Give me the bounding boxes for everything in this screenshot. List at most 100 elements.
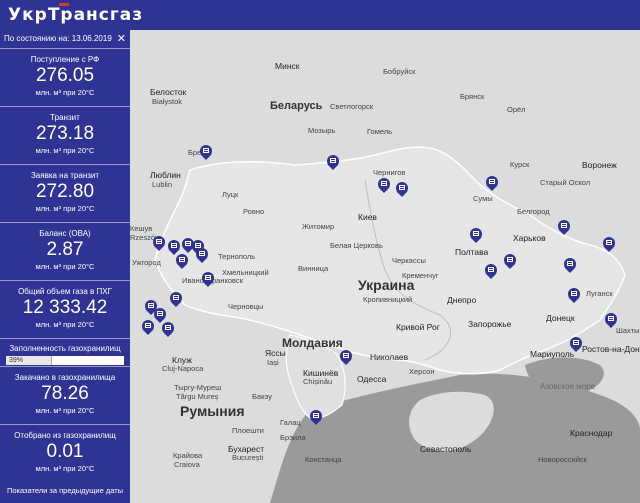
country-romania: Румыния [180, 403, 245, 419]
map-view[interactable]: Беларусь Украина Молдавия Румыния Минск … [130, 30, 640, 503]
stat-block: Поступление с РФ 276.05 млн. м³ при 20°С [0, 48, 130, 106]
stat-value: 12 333.42 [22, 297, 108, 318]
city-label: Запорожье [468, 319, 512, 329]
gas-facility-pin-icon[interactable] [142, 320, 154, 335]
city-label: Târgu Mureș [176, 392, 219, 401]
stat-unit: млн. м³ при 20°С [35, 406, 95, 415]
city-label: Полтава [455, 247, 489, 257]
gas-facility-pin-icon[interactable] [378, 178, 390, 193]
gas-facility-pin-icon[interactable] [196, 248, 208, 263]
gas-facility-pin-icon[interactable] [485, 264, 497, 279]
gas-facility-pin-icon[interactable] [154, 308, 166, 323]
stat-unit: млн. м³ при 20°С [35, 146, 95, 155]
stat-block: Заявка на транзит 272.80 млн. м³ при 20°… [0, 164, 130, 222]
gas-facility-pin-icon[interactable] [486, 176, 498, 191]
stat-block: Баланс (ОВА) 2.87 млн. м³ при 20°С [0, 222, 130, 280]
gas-facility-pin-icon[interactable] [202, 272, 214, 287]
city-label: Бакэу [252, 392, 273, 401]
stat-unit: млн. м³ при 20°С [35, 262, 95, 271]
city-label: Курск [510, 160, 530, 169]
city-label: Craiova [174, 460, 200, 469]
city-label: Херсон [409, 367, 435, 376]
gas-facility-pin-icon[interactable] [568, 288, 580, 303]
gas-facility-pin-icon[interactable] [558, 220, 570, 235]
city-label: Люблин [150, 170, 181, 180]
stat-unit: млн. м³ при 20°С [35, 464, 95, 473]
gas-facility-pin-icon[interactable] [603, 237, 615, 252]
gas-facility-pin-icon[interactable] [570, 337, 582, 352]
gas-facility-pin-icon[interactable] [176, 254, 188, 269]
stat-label: Заявка на транзит [30, 171, 100, 180]
city-label: Сумы [473, 194, 493, 203]
stat-value: 2.87 [46, 239, 84, 260]
city-label: Ровно [243, 207, 265, 216]
stat-block: Закачано в газохранилища 78.26 млн. м³ п… [0, 366, 130, 424]
gas-facility-pin-icon[interactable] [310, 410, 322, 425]
city-label: Тернополь [218, 252, 256, 261]
country-moldova: Молдавия [282, 336, 343, 350]
city-label: Днепро [447, 295, 477, 305]
city-label: Светлогорск [330, 102, 374, 111]
as-of-date: По состоянию на: 13.06.2019 ✕ [0, 30, 130, 48]
city-label: Краснодар [570, 428, 613, 438]
stat-label: Поступление с РФ [30, 55, 100, 64]
gas-facility-pin-icon[interactable] [605, 313, 617, 328]
city-label: Одесса [357, 374, 387, 384]
city-label: Новороссийск [538, 455, 587, 464]
gas-facility-pin-icon[interactable] [340, 350, 352, 365]
city-label: Чернигов [373, 168, 406, 177]
stat-value: 272.80 [35, 181, 95, 202]
fill-label: Заполненность газохранилищ [9, 344, 121, 353]
gas-facility-pin-icon[interactable] [564, 258, 576, 273]
city-label: Винница [298, 264, 329, 273]
stat-value: 0.01 [46, 441, 84, 462]
gas-facility-pin-icon[interactable] [504, 254, 516, 269]
city-label: Мариуполь [530, 349, 575, 359]
city-label: Николаев [370, 352, 409, 362]
city-label: Белгород [517, 207, 550, 216]
city-label: Черкассы [392, 256, 426, 265]
stat-label: Отобрано из газохранилищ [14, 431, 116, 440]
city-label: Донецк [546, 313, 575, 323]
city-label: Кропивницкий [363, 295, 413, 304]
stat-value: 78.26 [41, 383, 89, 404]
city-label: Lublin [152, 180, 173, 189]
gas-facility-pin-icon[interactable] [470, 228, 482, 243]
city-label: Воронеж [582, 160, 617, 170]
city-label: Старый Оскол [540, 178, 591, 187]
gas-facility-pin-icon[interactable] [396, 182, 408, 197]
stat-block: Отобрано из газохранилищ 0.01 млн. м³ пр… [0, 424, 130, 482]
gas-facility-pin-icon[interactable] [168, 240, 180, 255]
stat-block: Общий объем газа в ПХГ 12 333.42 млн. м³… [0, 280, 130, 338]
stats-panel: По состоянию на: 13.06.2019 ✕ Поступлени… [0, 30, 130, 503]
history-link[interactable]: Показатели за предыдущие даты [0, 486, 130, 495]
stat-label: Общий объем газа в ПХГ [18, 287, 112, 296]
city-label: Iași [267, 358, 279, 367]
city-label: Белая Церковь [330, 241, 383, 250]
city-label: Тыргу-Муреш [174, 383, 222, 392]
storage-fill-block: Заполненность газохранилищ 39% [0, 338, 130, 366]
stat-unit: млн. м³ при 20°С [35, 204, 95, 213]
city-label: Киев [358, 212, 377, 222]
stat-unit: млн. м³ при 20°С [35, 88, 95, 97]
city-label: Мозырь [308, 126, 336, 135]
stat-block: Транзит 273.18 млн. м³ при 20°С [0, 106, 130, 164]
city-label: Орёл [507, 105, 526, 114]
as-of-text: По состоянию на: 13.06.2019 [4, 34, 112, 43]
gas-facility-pin-icon[interactable] [162, 322, 174, 337]
city-label: Гомель [367, 127, 393, 136]
city-label: Житомир [302, 222, 335, 231]
sea-label: Азовское море [540, 382, 596, 391]
gas-facility-pin-icon[interactable] [200, 145, 212, 160]
city-label: Севастополь [420, 444, 472, 454]
close-icon[interactable]: ✕ [117, 32, 126, 45]
city-label: Cluj-Napoca [162, 364, 204, 373]
gas-facility-pin-icon[interactable] [170, 292, 182, 307]
stat-value: 276.05 [35, 65, 95, 86]
gas-facility-pin-icon[interactable] [153, 236, 165, 251]
city-label: Кривой Рог [396, 322, 440, 332]
city-label: Кременчуг [402, 271, 439, 280]
gas-facility-pin-icon[interactable] [327, 155, 339, 170]
logo-mark [59, 3, 69, 6]
stat-label: Баланс (ОВА) [39, 229, 91, 238]
